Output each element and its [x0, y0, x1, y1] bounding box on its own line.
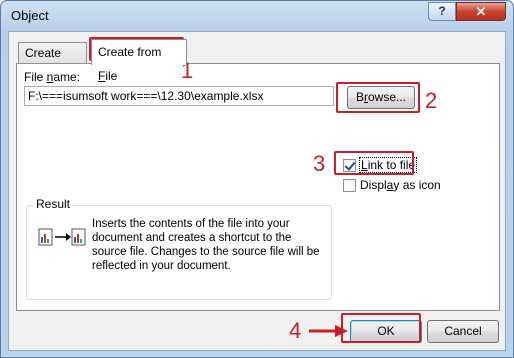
object-dialog: Object ? ✕ Create New Create from File F… — [0, 0, 514, 358]
tab-create-from-file[interactable]: Create from File — [91, 39, 187, 83]
file-name-input[interactable] — [24, 86, 334, 106]
result-title: Result — [33, 197, 74, 211]
annotation-box-ok — [341, 313, 421, 343]
result-description: Inserts the contents of the file into yo… — [92, 218, 320, 272]
annotation-number-4: 4 — [289, 318, 302, 343]
annotation-number-3: 3 — [313, 151, 326, 176]
dialog-client-area: Create New Create from File File name: B… — [8, 31, 506, 351]
display-as-icon-checkbox[interactable] — [343, 178, 356, 192]
annotation-box-browse — [336, 82, 420, 113]
annotation-box-link — [334, 151, 414, 175]
help-button[interactable]: ? — [428, 2, 456, 21]
title-bar[interactable]: Object ? ✕ — [1, 1, 513, 31]
dialog-title: Object — [11, 8, 49, 23]
close-button[interactable]: ✕ — [456, 2, 506, 21]
display-as-icon-option[interactable]: Display as icon — [343, 178, 441, 192]
tab-create-new[interactable]: Create New — [18, 42, 87, 80]
annotation-arrow-icon — [309, 325, 348, 337]
file-name-label: File name: — [24, 70, 81, 84]
link-document-icon — [38, 228, 86, 246]
display-as-icon-label: Display as icon — [360, 178, 441, 192]
annotation-number-2: 2 — [425, 88, 438, 113]
cancel-button[interactable]: Cancel — [427, 320, 499, 343]
